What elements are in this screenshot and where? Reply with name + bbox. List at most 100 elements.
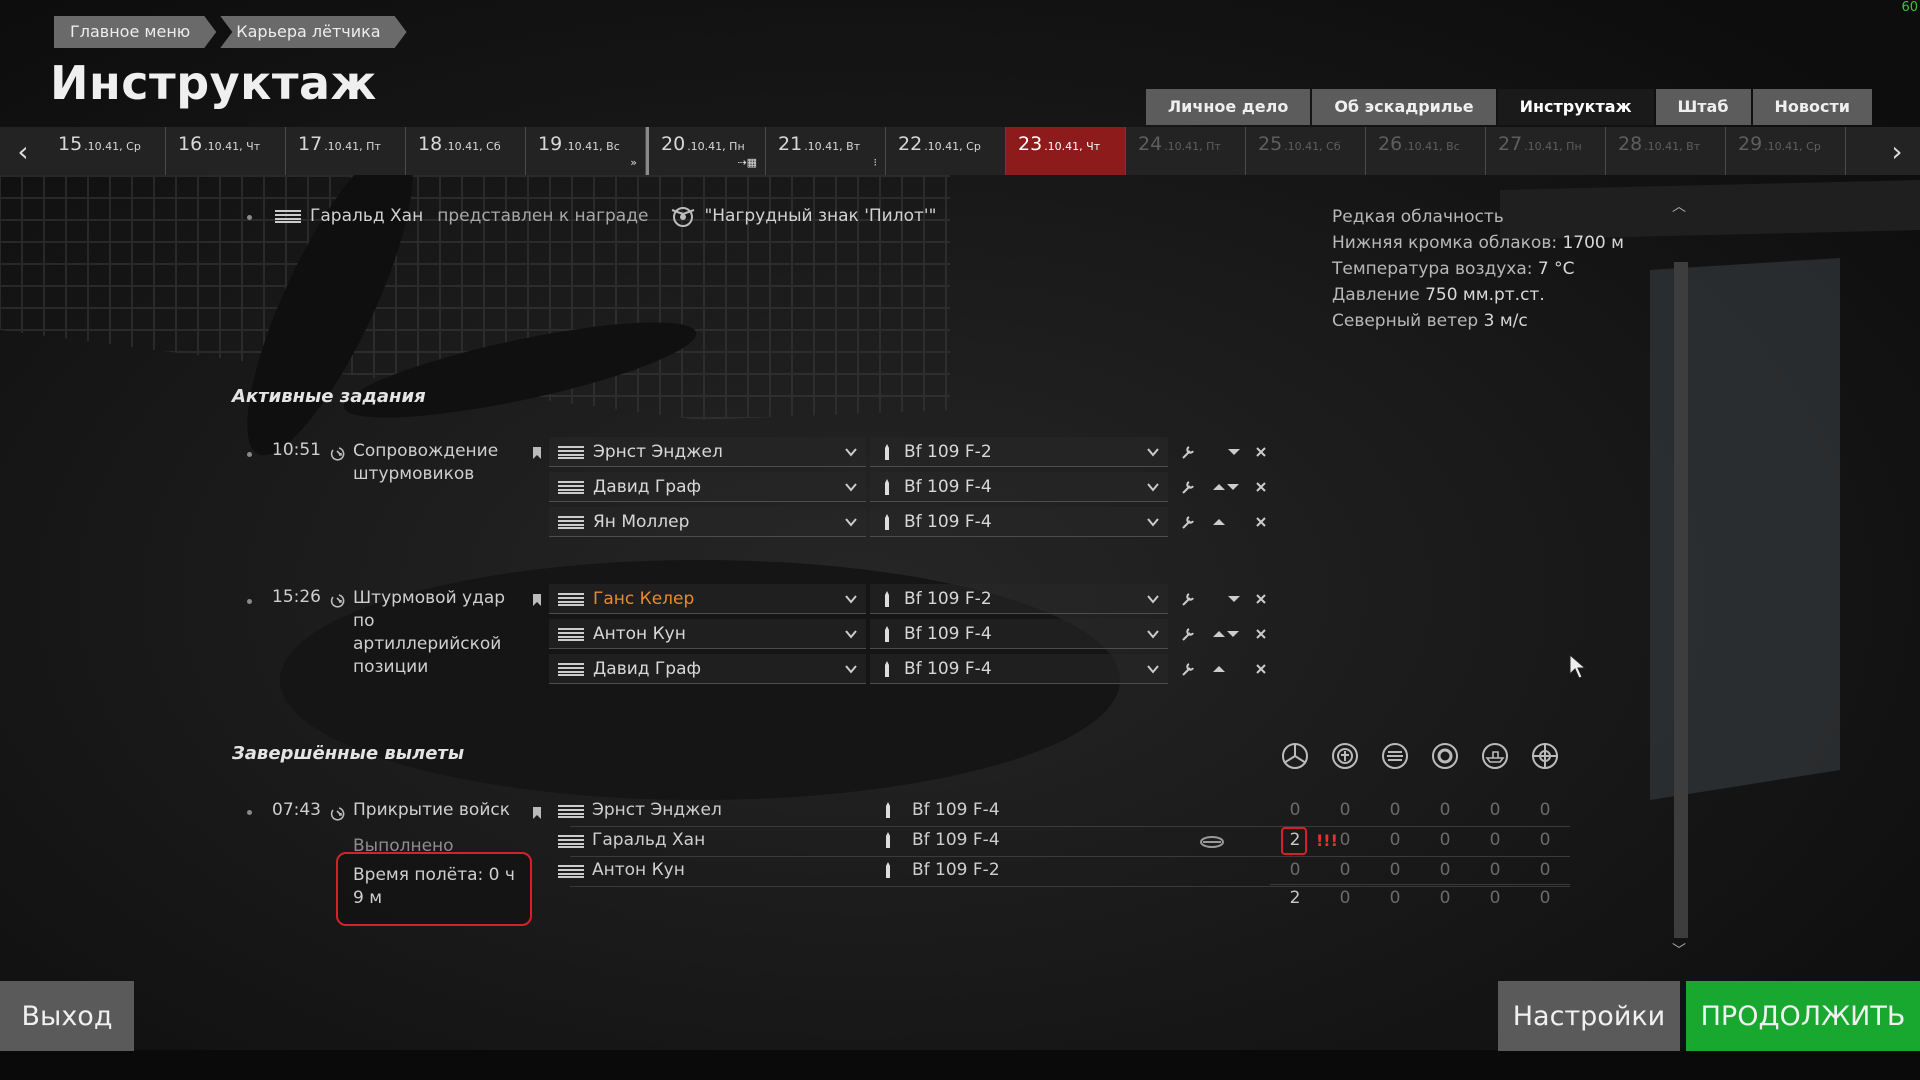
plane-select[interactable]: Bf 109 F-4 [870,507,1168,537]
tab-briefing[interactable]: Инструктаж [1497,89,1654,125]
day-22[interactable]: 22.10.41, Ср [886,127,1006,175]
day-21[interactable]: 21.10.41, Вт ⁝ [766,127,886,175]
move-up-icon[interactable] [1208,658,1230,680]
loadout-wrench-icon[interactable] [1177,658,1199,680]
total-value: 0 [1539,888,1551,908]
pilot-name[interactable]: Эрнст Энджел [592,800,722,820]
day-17[interactable]: 17.10.41, Пт [286,127,406,175]
timeline-next-icon[interactable]: › [1874,127,1920,175]
stat-value: 0 [1489,860,1501,880]
mouse-cursor-icon [1569,654,1587,679]
tab-hq[interactable]: Штаб [1655,89,1751,125]
scroll-down-icon[interactable]: ﹀ [1672,940,1686,960]
move-up-icon[interactable] [1208,511,1230,533]
pilot-select[interactable]: Ян Моллер [549,507,866,537]
plane-name: Bf 109 F-4 [904,623,992,644]
plane-select[interactable]: Bf 109 F-4 [870,654,1168,684]
total-value: 0 [1439,888,1451,908]
day-29[interactable]: 29.10.41, Ср [1726,127,1846,175]
continue-button[interactable]: ПРОДОЛЖИТЬ [1686,981,1920,1051]
loadout-wrench-icon[interactable] [1177,476,1199,498]
day-number: 24 [1138,133,1163,155]
pilot-name: Антон Кун [593,623,686,644]
day-18[interactable]: 18.10.41, Сб [406,127,526,175]
row-divider [570,856,1570,857]
breadcrumb-pilot-career[interactable]: Карьера лётчика [220,16,406,48]
tab-squadron[interactable]: Об эскадрилье [1312,89,1496,125]
plane-select[interactable]: Bf 109 F-4 [870,619,1168,649]
day-number: 27 [1498,133,1523,155]
weather-temperature: Температура воздуха: 7 °C [1332,259,1575,279]
breadcrumb-main-menu[interactable]: Главное меню [54,16,216,48]
remove-icon[interactable] [1250,441,1272,463]
day-16[interactable]: 16.10.41, Чт [166,127,286,175]
bookmark-icon[interactable] [532,592,542,611]
scroll-up-icon[interactable]: ︿ [1672,196,1686,216]
day-15[interactable]: 15.10.41, Ср [46,127,166,175]
stat-value: 0 [1489,830,1501,850]
bullet [247,215,252,220]
day-date: .10.41, Ср [84,140,141,153]
remove-icon[interactable] [1250,658,1272,680]
plane-name: Bf 109 F-2 [904,588,992,609]
move-down-icon[interactable] [1222,476,1244,498]
stat-value: 0 [1539,800,1551,820]
day-25[interactable]: 25.10.41, Сб [1246,127,1366,175]
pilot-rank-icon [557,479,585,495]
remove-icon[interactable] [1250,511,1272,533]
remove-icon[interactable] [1250,623,1272,645]
bookmark-icon[interactable] [532,805,542,824]
pilot-select[interactable]: Ганс Келер [549,584,866,614]
pilot-name[interactable]: Гаральд Хан [592,830,705,850]
day-26[interactable]: 26.10.41, Вс [1366,127,1486,175]
day-28[interactable]: 28.10.41, Вт [1606,127,1726,175]
bookmark-icon[interactable] [532,445,542,464]
pilot-select[interactable]: Давид Граф [549,472,866,502]
mission-name[interactable]: Штурмовой удар по артиллерийской позиции [353,587,528,679]
chevron-down-icon [1146,661,1160,681]
weather-wind: Северный ветер 3 м/с [1332,311,1528,331]
move-down-icon[interactable] [1223,441,1245,463]
tab-bar: Личное дело Об эскадрилье Инструктаж Шта… [1144,89,1872,125]
day-20[interactable]: 20.10.41, Пн ⇢▦ [646,127,766,175]
loadout-wrench-icon[interactable] [1177,441,1199,463]
loadout-wrench-icon[interactable] [1177,623,1199,645]
tab-news[interactable]: Новости [1752,89,1872,125]
row-divider [570,826,1570,827]
pilot-select[interactable]: Эрнст Энджел [549,437,866,467]
day-23[interactable]: 23.10.41, Чт [1006,127,1126,175]
stat-value: 0 [1439,800,1451,820]
move-down-icon[interactable] [1222,623,1244,645]
pilot-name[interactable]: Антон Кун [592,860,685,880]
plane-select[interactable]: Bf 109 F-2 [870,584,1168,614]
day-date: .10.41, Вт [1644,140,1701,153]
award-pilot-name[interactable]: Гаральд Хан [310,206,423,226]
plane-select[interactable]: Bf 109 F-4 [870,472,1168,502]
flight-time: Время полёта: 0 ч 9 м [353,865,515,908]
day-19[interactable]: 19.10.41, Вс » [526,127,646,175]
day-event-marker-icon: ⁝ [873,156,878,169]
scrollbar-thumb[interactable] [1674,262,1688,938]
settings-button[interactable]: Настройки [1498,981,1680,1051]
remove-icon[interactable] [1250,476,1272,498]
tab-personal-file[interactable]: Личное дело [1145,89,1311,125]
move-down-icon[interactable] [1223,588,1245,610]
remove-icon[interactable] [1250,588,1272,610]
day-date: .10.41, Вс [564,140,620,153]
plane-select[interactable]: Bf 109 F-2 [870,437,1168,467]
day-24[interactable]: 24.10.41, Пт [1126,127,1246,175]
weather-panel: Редкая облачность Нижняя кромка облаков:… [1332,204,1624,334]
timeline-prev-icon[interactable]: ‹ [0,127,46,175]
pilot-name: Эрнст Энджел [593,441,723,462]
loadout-wrench-icon[interactable] [1177,511,1199,533]
sortie-name[interactable]: Прикрытие войск [353,800,510,820]
pilot-select[interactable]: Давид Граф [549,654,866,684]
exit-button[interactable]: Выход [0,981,134,1051]
day-number: 26 [1378,133,1403,155]
day-27[interactable]: 27.10.41, Пн [1486,127,1606,175]
pilot-badge-icon [672,207,695,227]
pilot-select[interactable]: Антон Кун [549,619,866,649]
mission-name[interactable]: Сопровождение штурмовиков [353,440,528,486]
day-date: .10.41, Чт [204,140,261,153]
loadout-wrench-icon[interactable] [1177,588,1199,610]
